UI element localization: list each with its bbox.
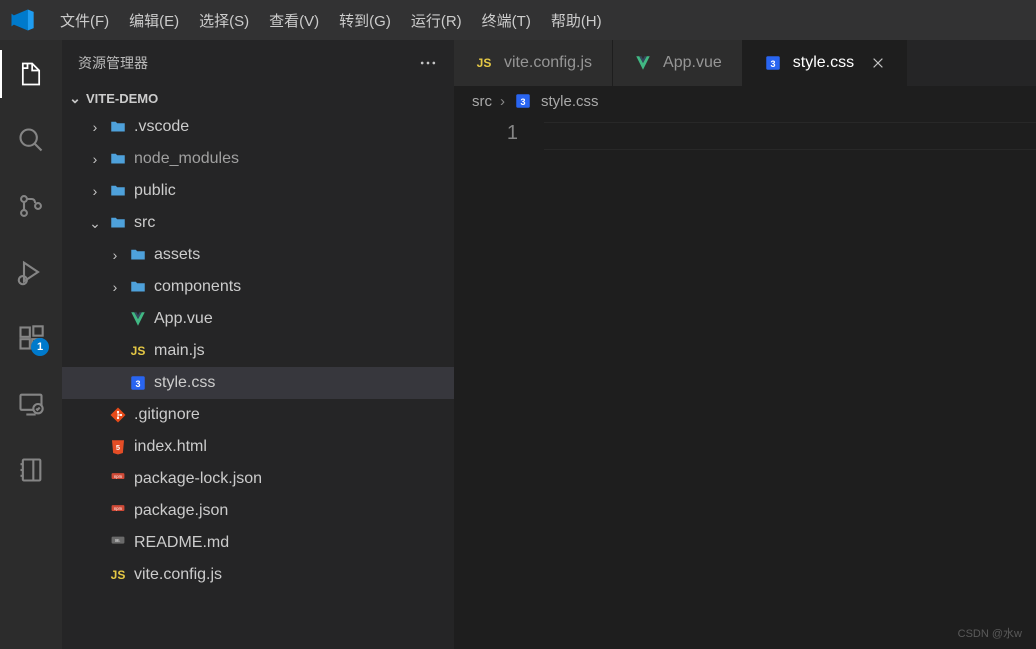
search-icon[interactable] xyxy=(7,116,55,164)
svg-text:3: 3 xyxy=(135,379,140,389)
tree-item-label: package.json xyxy=(134,502,228,520)
chevron-down-icon: ⌄ xyxy=(88,215,102,232)
menu-item[interactable]: 帮助(H) xyxy=(541,4,612,37)
file-tree: ›.vscode›node_modules›public⌄src›assets›… xyxy=(62,111,454,591)
tree-item-label: src xyxy=(134,214,155,232)
tree-folder[interactable]: › public xyxy=(62,175,454,207)
chevron-right-icon: › xyxy=(88,183,102,199)
svg-text:3: 3 xyxy=(520,97,525,107)
title-bar: 文件(F)编辑(E)选择(S)查看(V)转到(G)运行(R)终端(T)帮助(H) xyxy=(0,0,1036,40)
tree-item-label: .gitignore xyxy=(134,406,200,424)
close-icon[interactable] xyxy=(870,55,886,71)
svg-text:5: 5 xyxy=(116,443,120,452)
tree-item-label: assets xyxy=(154,246,200,264)
tree-item-label: main.js xyxy=(154,342,205,360)
code-area[interactable] xyxy=(544,116,1036,649)
vscode-logo xyxy=(8,6,36,34)
source-control-icon[interactable] xyxy=(7,182,55,230)
extensions-badge: 1 xyxy=(31,338,49,356)
tab-label: style.css xyxy=(793,54,854,72)
tree-file[interactable]: npm package-lock.json xyxy=(62,463,454,495)
sidebar-title: 资源管理器 xyxy=(78,53,148,73)
tree-file[interactable]: M↓ README.md xyxy=(62,527,454,559)
menu-item[interactable]: 选择(S) xyxy=(189,4,259,37)
sidebar: 资源管理器 ⌄ VITE-DEMO ›.vscode›node_modules›… xyxy=(62,40,454,649)
chevron-right-icon: › xyxy=(500,93,505,110)
text-editor[interactable]: 1 xyxy=(454,116,1036,649)
svg-text:3: 3 xyxy=(770,59,775,69)
menu-item[interactable]: 运行(R) xyxy=(401,4,472,37)
menu-item[interactable]: 编辑(E) xyxy=(119,4,189,37)
line-number: 1 xyxy=(454,122,518,145)
explorer-icon[interactable] xyxy=(7,50,55,98)
tab-label: App.vue xyxy=(663,54,722,72)
svg-text:M↓: M↓ xyxy=(115,538,120,543)
watermark: CSDN @水w xyxy=(958,625,1022,641)
menu-item[interactable]: 转到(G) xyxy=(329,4,401,37)
tree-file[interactable]: JSvite.config.js xyxy=(62,559,454,591)
chevron-down-icon: ⌄ xyxy=(68,90,82,107)
menu-item[interactable]: 终端(T) xyxy=(472,4,541,37)
svg-text:npm: npm xyxy=(114,506,123,511)
tree-item-label: public xyxy=(134,182,176,200)
tree-item-label: README.md xyxy=(134,534,229,552)
menu-item[interactable]: 查看(V) xyxy=(259,4,329,37)
chevron-right-icon: › xyxy=(108,279,122,295)
chevron-right-icon: › xyxy=(88,151,102,167)
tree-item-label: package-lock.json xyxy=(134,470,262,488)
tree-item-label: node_modules xyxy=(134,150,239,168)
editor-tab[interactable]: App.vue xyxy=(613,40,743,86)
tree-file[interactable]: .gitignore xyxy=(62,399,454,431)
more-actions-icon[interactable] xyxy=(418,53,438,73)
line-number-gutter: 1 xyxy=(454,116,544,649)
tree-item-label: .vscode xyxy=(134,118,189,136)
file-icon: 3 xyxy=(513,91,533,111)
active-line-highlight xyxy=(544,122,1036,150)
tree-file[interactable]: 3 style.css xyxy=(62,367,454,399)
sidebar-header: 资源管理器 xyxy=(62,40,454,86)
run-debug-icon[interactable] xyxy=(7,248,55,296)
chevron-right-icon: › xyxy=(108,247,122,263)
svg-text:npm: npm xyxy=(114,474,123,479)
tree-folder[interactable]: › assets xyxy=(62,239,454,271)
tree-folder[interactable]: › components xyxy=(62,271,454,303)
breadcrumb-file: style.css xyxy=(541,93,599,110)
remote-explorer-icon[interactable] xyxy=(7,380,55,428)
tab-bar: JSvite.config.js App.vue 3 style.css xyxy=(454,40,1036,86)
tree-item-label: index.html xyxy=(134,438,207,456)
tree-item-label: style.css xyxy=(154,374,215,392)
project-name: VITE-DEMO xyxy=(86,91,158,106)
tree-item-label: components xyxy=(154,278,241,296)
editor-tab[interactable]: 3 style.css xyxy=(743,40,907,86)
notebook-icon[interactable] xyxy=(7,446,55,494)
tree-item-label: vite.config.js xyxy=(134,566,222,584)
tree-folder[interactable]: › node_modules xyxy=(62,143,454,175)
extensions-icon[interactable]: 1 xyxy=(7,314,55,362)
tab-label: vite.config.js xyxy=(504,54,592,72)
activity-bar: 1 xyxy=(0,40,62,649)
breadcrumb-folder: src xyxy=(472,93,492,110)
editor-tab[interactable]: JSvite.config.js xyxy=(454,40,613,86)
menu-item[interactable]: 文件(F) xyxy=(50,4,119,37)
tree-folder[interactable]: › .vscode xyxy=(62,111,454,143)
editor-group: JSvite.config.js App.vue 3 style.css src › … xyxy=(454,40,1036,649)
tree-folder[interactable]: ⌄ src xyxy=(62,207,454,239)
tree-file[interactable]: JSmain.js xyxy=(62,335,454,367)
breadcrumb[interactable]: src › 3 style.css xyxy=(454,86,1036,116)
tree-file[interactable]: npm package.json xyxy=(62,495,454,527)
tree-file[interactable]: 5 index.html xyxy=(62,431,454,463)
project-section[interactable]: ⌄ VITE-DEMO xyxy=(62,86,454,111)
tree-file[interactable]: App.vue xyxy=(62,303,454,335)
chevron-right-icon: › xyxy=(88,119,102,135)
tree-item-label: App.vue xyxy=(154,310,213,328)
